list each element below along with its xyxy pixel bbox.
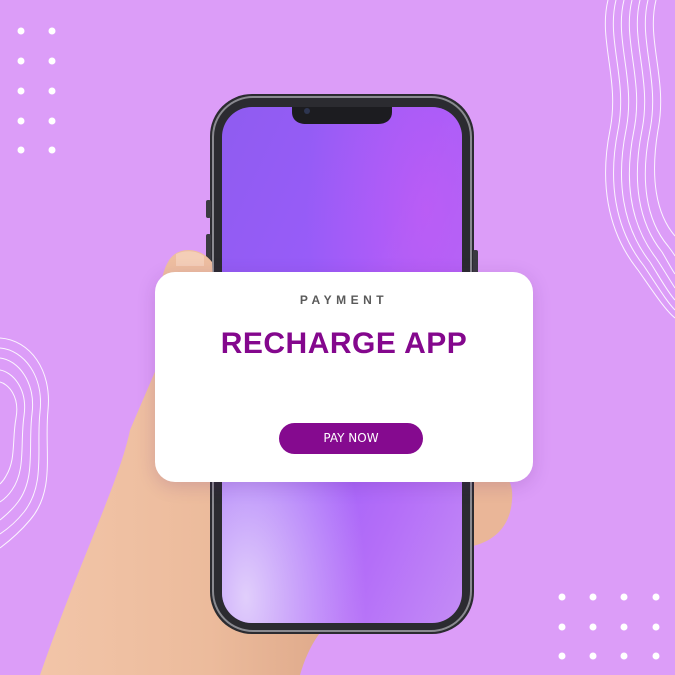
payment-card: PAYMENT RECHARGE APP PAY NOW [155,272,533,482]
card-title: RECHARGE APP [220,327,468,360]
pay-now-button[interactable]: PAY NOW [279,423,423,454]
card-kicker: PAYMENT [299,293,389,307]
promo-canvas: PAYMENT RECHARGE APP PAY NOW [0,0,675,675]
